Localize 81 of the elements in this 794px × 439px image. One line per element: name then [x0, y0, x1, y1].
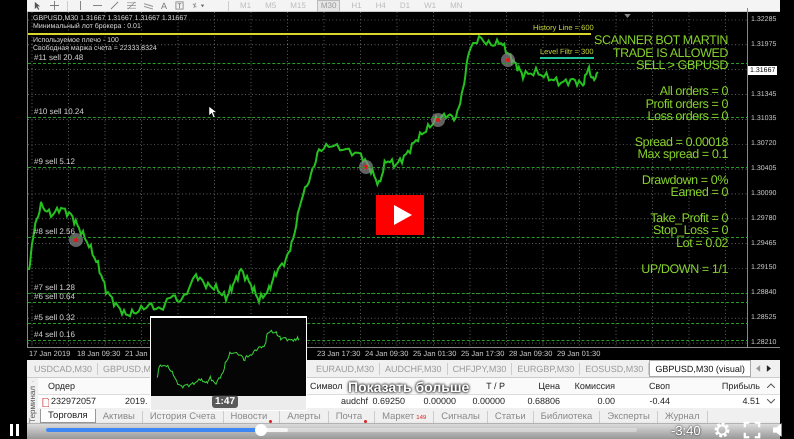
scroll-down-icon[interactable]: [767, 398, 775, 404]
pause-icon[interactable]: [10, 424, 20, 436]
expert-status-text: Stop_Loss = 0: [652, 224, 728, 238]
order-label: #4 sell 0.16: [34, 330, 75, 340]
trade-marker-icon: [359, 160, 373, 174]
terminal-panel-label: Терминал: [28, 386, 37, 423]
table-cell-text: 4.51: [741, 396, 761, 406]
table-cell-text: 0.00000: [422, 396, 457, 406]
column-header[interactable]: Прибыль: [720, 380, 762, 391]
column-header[interactable]: Своп: [646, 380, 672, 391]
chart-tab[interactable]: GBPUSD,M30 (visual): [649, 360, 751, 377]
text-tool[interactable]: A: [161, 0, 168, 10]
table-cell-text: 0.00000: [471, 396, 506, 406]
expert-status-text: Earned = 0: [670, 186, 728, 200]
expert-status-text: Lot = 0.02: [676, 237, 728, 250]
table-cell-text: 0.00: [596, 396, 616, 406]
expert-status-text: Profit orders = 0: [646, 98, 728, 110]
timeframe-button[interactable]: M1: [237, 0, 254, 10]
expert-status-text: SCANNER BOT MARTIN: [594, 34, 728, 47]
chart-tab[interactable]: GBPUSD,M: [98, 362, 152, 374]
order-label: #10 sell 10.24: [34, 107, 84, 117]
preview-time: 1:47: [212, 395, 238, 408]
table-cell-text: 2019.: [124, 396, 149, 406]
fibonacci-tool-icon[interactable]: [127, 1, 136, 10]
expert-status-text: TRADE IS ALLOWED: [612, 46, 728, 60]
table-cell-text: 0.69250: [371, 396, 406, 406]
expert-status-text: Drawdown = 0%: [642, 174, 728, 186]
chart-tab[interactable]: CHFJPY,M30: [448, 362, 512, 374]
timeframe-button[interactable]: H1: [348, 0, 365, 10]
settings-icon[interactable]: [712, 421, 731, 439]
remaining-time: -3:40: [671, 424, 701, 436]
order-label: #7 sell 1.28: [34, 283, 75, 293]
timeframe-button[interactable]: W1: [421, 0, 440, 10]
table-cell-text: 232972057: [50, 396, 98, 406]
timeframe-button[interactable]: M5: [262, 0, 280, 10]
order-label: #11 sell 20.48: [34, 53, 84, 63]
shapes-dropdown-icon[interactable]: [192, 1, 206, 10]
trade-marker-icon: [501, 53, 515, 67]
timeframe-button[interactable]: M15: [287, 0, 309, 10]
table-cell-text: audchf: [340, 396, 369, 406]
crosshair-tool-icon[interactable]: [50, 1, 59, 10]
order-label: #5 sell 0.32: [34, 313, 75, 323]
timeframe-button[interactable]: M30: [316, 0, 340, 12]
trade-marker-icon: [69, 233, 83, 247]
timeframe-button[interactable]: MN: [447, 0, 466, 10]
expert-status-text: Spread = 0.00018: [634, 136, 728, 148]
scroll-left-icon[interactable]: [756, 365, 761, 372]
column-header[interactable]: T / P: [484, 380, 507, 391]
order-label: #6 sell 0.64: [34, 292, 75, 302]
scroll-right-icon[interactable]: [766, 365, 771, 372]
scroll-up-icon[interactable]: [767, 383, 775, 388]
chart-tab[interactable]: USDCAD,M30: [29, 362, 98, 374]
expert-status-text: SELL > GBPUSD: [636, 59, 728, 72]
table-cell-text: 0.68806: [526, 396, 561, 406]
chart-shift-icon: [624, 14, 631, 18]
expert-status-text: UP/DOWN = 1/1: [641, 262, 728, 276]
terminal-tab[interactable]: Торговля: [40, 409, 96, 423]
column-header[interactable]: Комиссия: [572, 380, 617, 391]
column-header[interactable]: Символ: [308, 380, 344, 391]
fullscreen-icon[interactable]: [742, 421, 761, 439]
table-cell-text: -0.44: [648, 396, 671, 406]
expert-status-text: Take_Profit = 0: [650, 212, 728, 224]
text-label-tool-icon[interactable]: [175, 1, 184, 10]
order-label: #9 sell 5.12: [34, 157, 75, 167]
mouse-pointer-icon: [208, 105, 217, 119]
column-header[interactable]: Цена: [536, 380, 562, 391]
trade-marker-icon: [431, 113, 445, 127]
timeframe-button[interactable]: D1: [396, 0, 414, 10]
order-document-icon: [42, 398, 49, 407]
expert-status-text: All orders = 0: [660, 84, 728, 98]
trend-line-tool-icon[interactable]: [110, 1, 119, 10]
timeframe-button[interactable]: H4: [372, 0, 389, 10]
chart-tab[interactable]: EURAUD,M30: [311, 362, 380, 374]
play-button[interactable]: [376, 195, 424, 235]
chart-tab[interactable]: AUDCHF,M30: [380, 362, 448, 374]
show-more-link[interactable]: Показать больше: [348, 380, 470, 394]
chart-tab[interactable]: EURGBP,M30: [512, 362, 580, 374]
expert-status-text: Max spread = 0.1: [638, 148, 728, 161]
play-icon: [392, 205, 412, 225]
cursor-tool-icon[interactable]: [33, 1, 42, 10]
column-header[interactable]: Ордер: [38, 380, 78, 391]
